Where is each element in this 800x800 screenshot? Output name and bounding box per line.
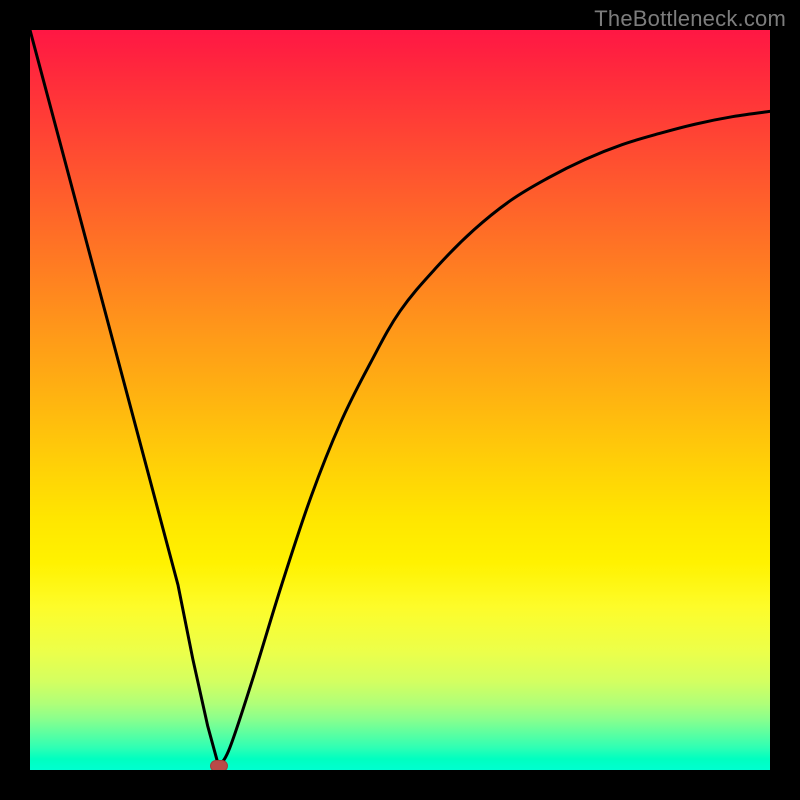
plot-area	[30, 30, 770, 770]
bottleneck-curve	[30, 30, 770, 770]
watermark-text: TheBottleneck.com	[594, 6, 786, 32]
optimal-point-marker	[210, 760, 228, 770]
chart-frame: TheBottleneck.com	[0, 0, 800, 800]
